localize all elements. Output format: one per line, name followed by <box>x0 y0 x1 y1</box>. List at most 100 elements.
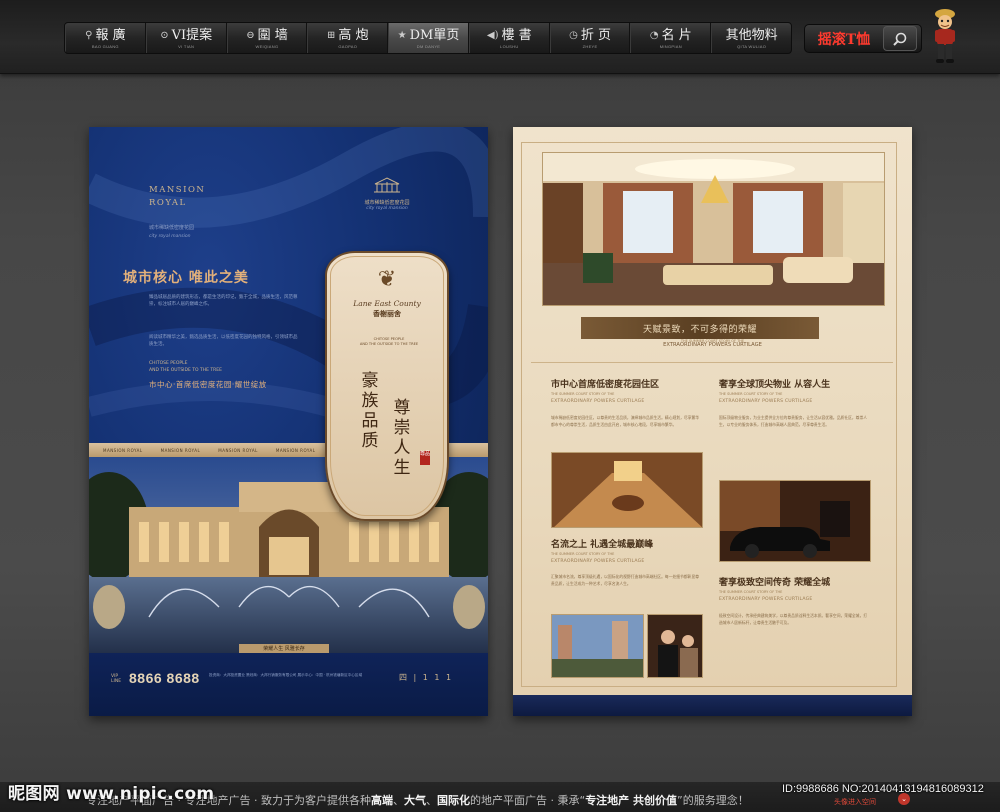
footer-sep: 、 <box>425 794 437 807</box>
search-button[interactable] <box>883 26 917 51</box>
poster-body-2: 阅读城市精华之美，甄选品质生活，以低密度花园的独特风格，引领城市品质生活。 <box>149 335 298 347</box>
nav-item-main: ⊞ 高 炮 <box>327 28 369 43</box>
nav-item-sublabel: MINGPIAN <box>659 43 682 49</box>
nav-item-sublabel: QITA WULIAO <box>737 43 767 49</box>
nav-item-sublabel: VI TIAN <box>178 43 195 49</box>
card-icon: ◔ <box>649 29 659 41</box>
nav-item-label: 高 炮 <box>338 27 369 43</box>
nav-item-label: 報 廣 <box>95 27 126 43</box>
banner-subtitle: EXTRAORDINARY POWERS CURTILAGE <box>663 342 762 348</box>
badge-en-lines: CHITOSE PEOPLE AND THE OUTSIDE TO THE TR… <box>337 337 441 347</box>
bottom-logo: 四 | 1 1 1 <box>399 673 454 682</box>
site-watermark: 昵图网 www.nipic.com <box>8 784 215 804</box>
search-box[interactable]: 摇滚T恤 <box>804 24 922 53</box>
dm-poster-back[interactable]: 天赋景致，不可多得的荣耀 THE SUMMER COURT STORY OF T… <box>513 127 912 716</box>
brand-subtitle: 城市稀缺低密度花园 <box>149 225 195 231</box>
brand-line-1: MANSION <box>149 185 206 195</box>
banner-title: 天赋景致，不可多得的荣耀 <box>642 324 757 335</box>
nav-item[interactable]: ⊞ 高 炮 GAOPAO <box>307 23 389 53</box>
hotline-number: 8866 8688 <box>129 670 200 686</box>
nav-item-main: ★ DM單页 <box>398 28 460 43</box>
nav-item[interactable]: ⚲ 報 廣 BAO GUANG <box>65 23 146 53</box>
footer-bold: 专注地产 共创价值 <box>585 794 678 807</box>
contact-band: VIP LINE 8866 8688 投资商：大邦投资置业 策划商：大邦行销服务… <box>89 653 488 716</box>
top-logo: 城市稀缺低密度花园 city royal mansion <box>347 177 427 211</box>
wall-icon: ⊖ <box>246 29 255 41</box>
poster-headline: 城市核心 唯此之美 <box>123 270 249 286</box>
en-line-1: CHITOSE PEOPLE <box>149 361 188 366</box>
ornament-icon: ❦ <box>377 267 397 292</box>
nav-item-sublabel: ZHEYE <box>582 43 598 49</box>
nav-item[interactable]: ★ DM單页 DM DANYE <box>388 23 469 53</box>
section-heading: 市中心首席低密度花园住区 <box>551 380 660 390</box>
strip-text: MANSION ROYAL <box>275 447 316 453</box>
lobby-photo <box>551 452 703 528</box>
footer-bold: 高端 <box>370 794 393 807</box>
section-en-small: THE SUMMER COURT STORY OF THE <box>719 590 783 594</box>
section-en: EXTRAORDINARY POWERS CURTILAGE <box>551 559 645 564</box>
strip-text: MANSION ROYAL <box>160 447 201 453</box>
nav-item[interactable]: ◀) 樓 書 LOUSHU <box>468 23 550 53</box>
nav-item[interactable]: ◷ 折 页 ZHEYE <box>549 23 631 53</box>
footer-bold: 大气 <box>403 794 426 807</box>
red-seal: 尊品 <box>420 451 430 465</box>
street-photo <box>551 614 644 678</box>
en-line-2: AND THE OUTSIDE TO THE TREE <box>149 368 222 373</box>
nav-item-label: 其他物料 <box>725 27 778 43</box>
divider <box>531 362 893 363</box>
grid-icon: ⊞ <box>326 29 336 41</box>
nav-item-main: ⊙ VI提案 <box>160 28 212 43</box>
section-banner: 天赋景致，不可多得的荣耀 <box>581 317 819 339</box>
section-heading: 名流之上 礼遇全城最巅峰 <box>551 540 654 550</box>
badge-vertical-left: 豪族品质 <box>361 371 379 451</box>
nav-item-label: 折 页 <box>580 27 612 43</box>
poster-tagline: 市中心·首席低密度花园·耀世绽放 <box>149 380 267 389</box>
footer-sep: 、 <box>392 794 404 807</box>
dm-poster-front[interactable]: MANSION ROYAL 城市稀缺低密度花园 city royal mansi… <box>89 127 488 716</box>
nav-item-main: ⊖ 圍 墙 <box>246 28 288 43</box>
nav-item[interactable]: ⊙ VI提案 VI TIAN <box>145 23 227 53</box>
chevron-down-icon[interactable]: ⌄ <box>898 793 910 805</box>
section-en-small: THE SUMMER COURT STORY OF THE <box>551 552 615 556</box>
section-heading: 奢享全球顶尖物业 从容人生 <box>719 380 831 390</box>
space-link[interactable]: 头像进入空间 <box>834 797 876 807</box>
magnifier-icon <box>893 32 907 46</box>
badge-vertical-right: 尊崇人生 <box>393 398 411 478</box>
nav-item[interactable]: ⊖ 圍 墙 WEIQIANG <box>226 23 308 53</box>
star-icon: ★ <box>397 29 407 41</box>
image-id-watermark: ID:9988686 NO:20140413194816089312 <box>782 783 984 795</box>
nav-item-sublabel: LOUSHU <box>500 43 519 49</box>
nav-item-main: ⚲ 報 廣 <box>85 28 125 43</box>
footer-text-part: ”的服务理念！ <box>677 794 749 807</box>
nav-item-sublabel: GAOPAO <box>338 43 358 49</box>
nav-item-sublabel: BAO GUANG <box>91 43 119 49</box>
section-en-small: THE SUMMER COURT STORY OF THE <box>719 392 783 396</box>
nav-item[interactable]: ◔ 名 片 MINGPIAN <box>630 23 712 53</box>
nav-item-main: ◔ 名 片 <box>650 28 692 43</box>
top-logo-cn: 城市稀缺低密度花园 <box>364 200 410 206</box>
vip-label: VIP LINE <box>111 674 122 684</box>
palace-logo-icon <box>374 177 400 193</box>
search-hot-label[interactable]: 摇滚T恤 <box>805 29 883 49</box>
nav-item-label: 圍 墙 <box>257 27 288 43</box>
section-body: 城市稀缺低密度花园住区，以尊贵的生活品质，演绎城市品质生活。精心规划，尽享繁华都… <box>551 415 700 427</box>
developer-info: 投资商：大邦投资置业 策划商：大邦行销服务有限公司 展示中心：中国 · 杭州钱塘… <box>209 673 363 677</box>
poster-body-1: 臻品城居品质的建筑形态，都是生活的印记，甄于全城，品质生活，风范尊崇，标注城市人… <box>149 295 298 307</box>
nav-item-label: 樓 書 <box>501 27 532 43</box>
brand-wordmark: MANSION ROYAL <box>149 184 205 210</box>
nav-item-label: VI提案 <box>171 27 213 43</box>
nav-item-sublabel: WEIQIANG <box>255 43 279 49</box>
section-heading: 奢享极致空间传奇 荣耀全城 <box>719 578 831 588</box>
nav-item[interactable]: 其他物料 QITA WULIAO <box>711 23 791 53</box>
location-pin-icon: ⚲ <box>85 29 93 41</box>
strip-text: MANSION ROYAL <box>103 447 143 453</box>
speaker-icon: ◀) <box>486 29 499 41</box>
footer-bold: 国际化 <box>436 794 470 807</box>
nav-item-label: DM單页 <box>409 27 460 43</box>
main-nav: ⚲ 報 廣 BAO GUANG ⊙ VI提案 VI TIAN ⊖ 圍 墙 WEIQIANG ⊞ 高 … <box>64 22 792 54</box>
section-body: 汇聚城市名流，尊享顶级礼遇，以国际化的视野打造城市高端社区。每一处细节都彰显尊贵… <box>551 574 700 586</box>
living-room-photo <box>542 152 885 306</box>
badge-script-name: Lane East County <box>353 299 421 308</box>
badge-en-line-2: AND THE OUTSIDE TO THE TREE <box>359 342 419 346</box>
top-logo-en: city royal mansion <box>366 206 408 211</box>
